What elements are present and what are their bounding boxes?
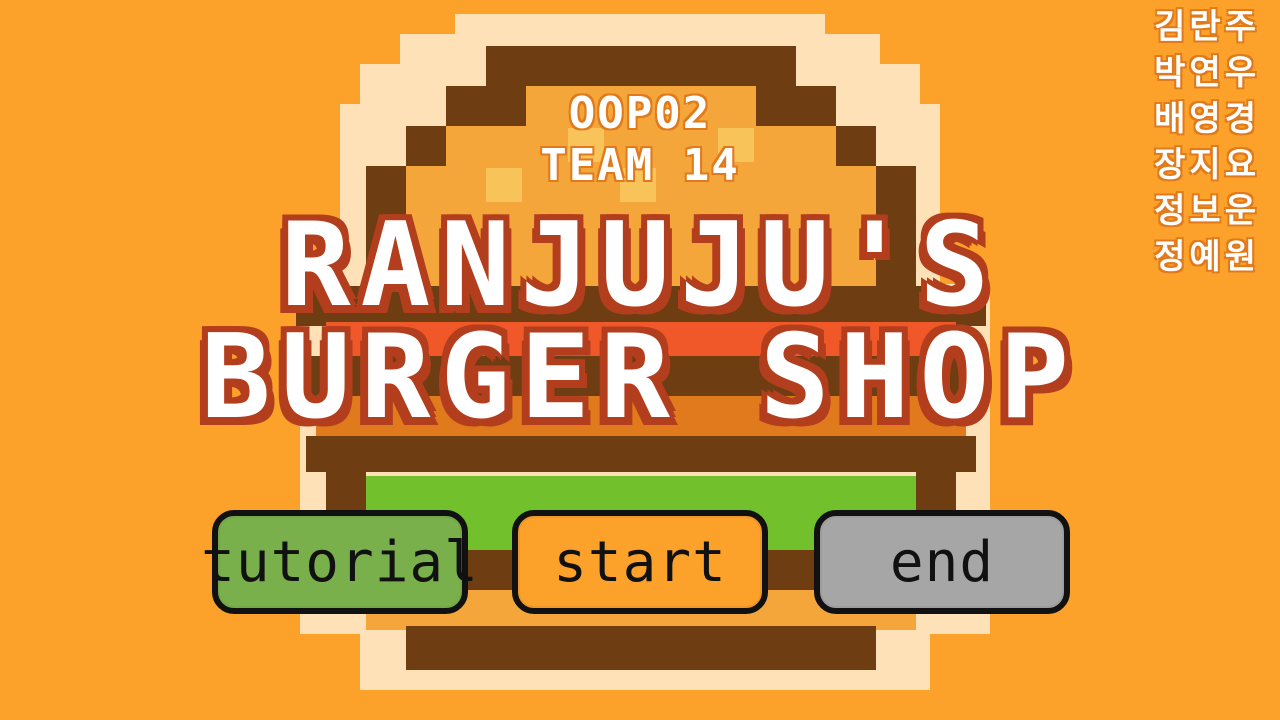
game-title-line-2: BURGER SHOP: [200, 310, 1080, 445]
credit-name: 정예원: [1154, 237, 1260, 277]
game-title-line-1: RANJUJU'S: [280, 198, 1000, 333]
team-label: TEAM 14: [540, 140, 740, 191]
credit-name: 박연우: [1154, 53, 1260, 93]
course-label: OOP02: [568, 88, 712, 139]
end-button-label: end: [889, 529, 995, 595]
credit-name: 김란주: [1154, 7, 1260, 47]
credits-list: 김란주 박연우 배영경 장지요 정보운 정예원: [1140, 4, 1260, 280]
tutorial-button[interactable]: tutorial: [201, 510, 478, 614]
credit-name: 배영경: [1154, 99, 1260, 139]
credit-name: 정보운: [1154, 191, 1260, 231]
start-button[interactable]: start: [512, 510, 768, 614]
credit-name: 장지요: [1154, 145, 1260, 185]
title-screen: OOP02 TEAM 14 RANJUJU'S BURGER SHOP tuto…: [0, 0, 1280, 720]
start-button-label: start: [553, 529, 727, 595]
end-button[interactable]: end: [814, 510, 1070, 614]
tutorial-button-label: tutorial: [201, 529, 479, 595]
